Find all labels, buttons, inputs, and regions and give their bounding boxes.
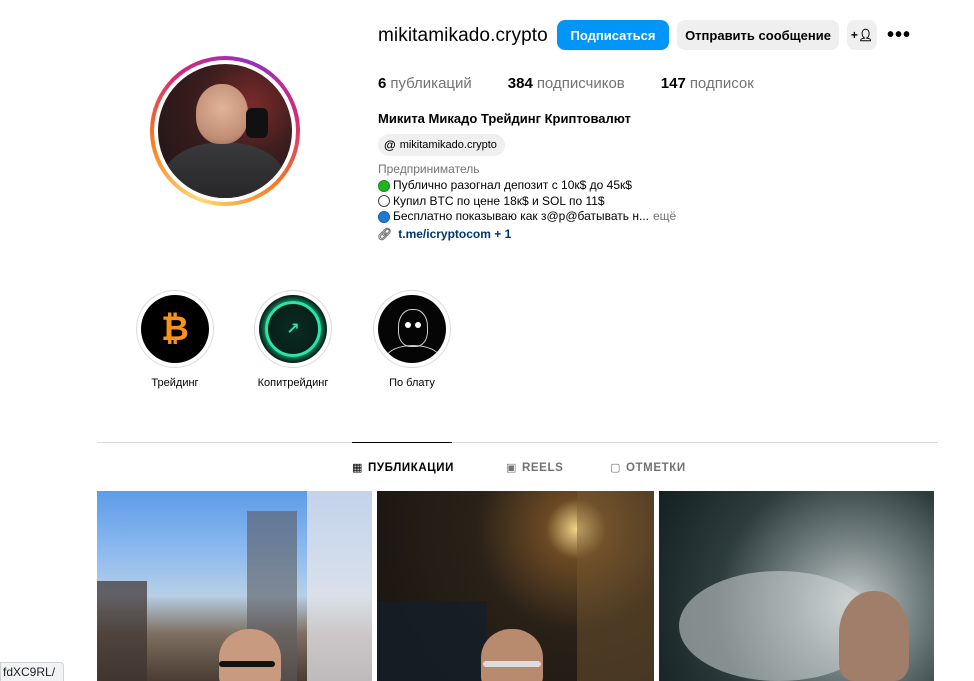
highlight-label: По блату — [389, 377, 435, 389]
bitcoin-icon: ₿ — [161, 310, 189, 348]
profile-link-text: t.me/icryptocom + 1 — [398, 227, 512, 241]
highlight-label: Копитрейдинг — [257, 377, 329, 389]
building-shape — [307, 491, 372, 681]
threads-icon: @ — [384, 138, 396, 152]
sunglasses-shape — [219, 661, 275, 667]
bio-text: Купил BTC по цене 18к$ и SOL по 11$ — [393, 193, 605, 208]
masked-person-icon — [398, 309, 428, 347]
profile-stats: 6 публикаций 384 подписчиков 147 подписок — [378, 75, 790, 92]
bio-more-link[interactable]: ещё — [653, 209, 676, 225]
green-circle-icon — [378, 179, 390, 192]
tab-tagged[interactable]: ▢ ОТМЕТКИ — [610, 461, 686, 475]
add-person-icon: +👤︎ — [850, 28, 874, 42]
bio-text: Публично разогнал депозит с 10к$ до 45к$ — [393, 178, 632, 192]
tab-label: ПУБЛИКАЦИИ — [368, 461, 454, 474]
reels-icon: ▣ — [506, 462, 517, 474]
profile-avatar[interactable] — [150, 56, 300, 206]
person-shape — [481, 629, 543, 681]
threads-badge[interactable]: @ mikitamikado.crypto — [378, 134, 505, 156]
person-shape — [839, 591, 909, 681]
profile-full-name: Микита Микадо Трейдинг Криптовалют — [378, 111, 631, 126]
active-tab-indicator — [352, 442, 452, 443]
avatar-head-shape — [196, 84, 248, 144]
person-shape — [219, 629, 281, 681]
bio-line: Бесплатно показываю как з@р@батывать н..… — [378, 209, 676, 225]
send-message-button[interactable]: Отправить сообщение — [677, 20, 839, 50]
more-icon: ••• — [886, 23, 911, 46]
more-options-button[interactable]: ••• — [886, 22, 912, 48]
bio-line: Публично разогнал депозит с 10к$ до 45к$ — [378, 178, 676, 194]
white-circle-icon — [378, 195, 390, 208]
highlight-label: Трейдинг — [151, 377, 199, 389]
wall-shape — [577, 491, 654, 681]
post-thumbnail[interactable] — [659, 491, 934, 681]
followers-count: 384 — [507, 75, 533, 92]
profile-category: Предприниматель — [378, 162, 480, 176]
glasses-shape — [483, 661, 541, 667]
highlight-copytrading[interactable]: ↗ Копитрейдинг — [253, 290, 333, 389]
tabs-divider — [97, 442, 938, 443]
highlight-po-blatu[interactable]: По блату — [372, 290, 452, 389]
neon-ring-shape — [265, 301, 321, 357]
eye-shape — [415, 322, 421, 328]
avatar-photo — [158, 64, 292, 198]
following-label: подписок — [689, 75, 754, 92]
posts-count: 6 — [378, 75, 387, 92]
grid-icon: ▦ — [352, 462, 363, 474]
highlight-ring: ₿ — [136, 290, 214, 368]
avatar-frame — [154, 60, 296, 202]
building-shape — [97, 581, 147, 681]
profile-username: mikitamikado.crypto — [378, 25, 548, 46]
post-thumbnail[interactable] — [97, 491, 372, 681]
window-shape — [377, 601, 487, 681]
posts-label: публикаций — [390, 75, 472, 92]
profile-link[interactable]: 🔗︎ t.me/icryptocom + 1 — [377, 227, 511, 241]
tab-label: ОТМЕТКИ — [626, 461, 686, 474]
eye-shape — [405, 322, 411, 328]
masked-person-shoulders — [386, 345, 440, 363]
highlight-ring: ↗ — [254, 290, 332, 368]
post-thumbnail[interactable] — [377, 491, 654, 681]
highlight-ring — [373, 290, 451, 368]
tagged-icon: ▢ — [610, 462, 621, 474]
profile-bio: Публично разогнал депозит с 10к$ до 45к$… — [378, 178, 676, 225]
following-stat[interactable]: 147 подписок — [661, 75, 754, 92]
blue-circle-icon — [378, 210, 390, 223]
suggest-people-button[interactable]: +👤︎ — [847, 20, 877, 50]
follow-button[interactable]: Подписаться — [557, 20, 669, 50]
bio-line: Купил BTC по цене 18к$ и SOL по 11$ — [378, 194, 676, 210]
followers-label: подписчиков — [536, 75, 625, 92]
bio-text: Бесплатно показываю как з@р@батывать н..… — [393, 209, 649, 223]
avatar-body-shape — [164, 142, 284, 198]
tab-posts[interactable]: ▦ ПУБЛИКАЦИИ — [352, 461, 454, 475]
microphone-shape — [246, 108, 268, 138]
highlight-cover: ₿ — [141, 295, 209, 363]
tab-reels[interactable]: ▣ REELS — [506, 461, 564, 475]
followers-stat[interactable]: 384 подписчиков — [508, 75, 625, 92]
following-count: 147 — [660, 75, 686, 92]
highlight-trading[interactable]: ₿ Трейдинг — [135, 290, 215, 389]
highlight-cover: ↗ — [259, 295, 327, 363]
status-url-tooltip: fdXC9RL/ — [0, 662, 65, 681]
posts-stat: 6 публикаций — [378, 75, 472, 92]
highlight-cover — [378, 295, 446, 363]
link-icon: 🔗︎ — [377, 227, 393, 241]
tab-label: REELS — [522, 461, 564, 474]
threads-handle: mikitamikado.crypto — [399, 139, 497, 151]
